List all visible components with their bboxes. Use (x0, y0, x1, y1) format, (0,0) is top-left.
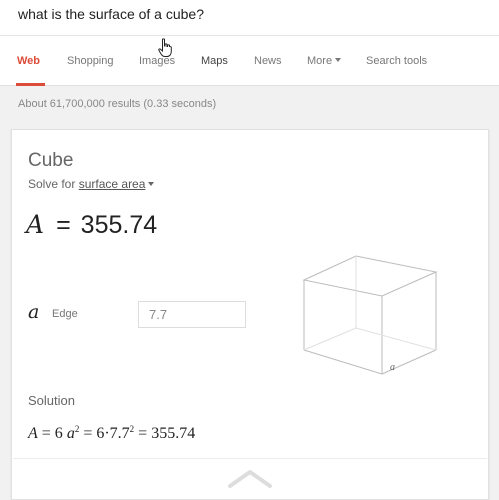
cube-edge-label: a (390, 362, 395, 373)
solution-formula: A = 6 a2 = 6·7.72 = 355.74 (28, 424, 195, 443)
cube-hidden-edge-left (303, 327, 357, 351)
edge-field[interactable] (138, 301, 246, 328)
card-title: Cube (28, 150, 74, 171)
tab-web[interactable]: Web (17, 55, 40, 67)
chevron-up-icon[interactable] (227, 467, 273, 489)
formula-lhs: A (28, 425, 38, 442)
search-tabs: Web Shopping Images Maps News More Searc… (0, 36, 499, 86)
edge-label: Edge (52, 308, 78, 320)
tab-shopping[interactable]: Shopping (67, 55, 114, 67)
caret-down-icon[interactable] (148, 181, 155, 186)
results-count: About 61,700,000 results (0.33 seconds) (18, 98, 217, 110)
hand-cursor-icon (158, 38, 172, 57)
formula-variable: a (66, 425, 75, 442)
active-tab-indicator (16, 83, 45, 86)
solve-for: Solve for surface area (28, 177, 155, 191)
search-input[interactable] (18, 3, 488, 25)
solve-for-prefix: Solve for (28, 177, 76, 191)
result-value: 355.74 (80, 211, 158, 239)
cube-hidden-edge-right (355, 327, 437, 351)
formula-part-1: = 6 (37, 425, 67, 442)
caret-down-icon (335, 58, 342, 63)
tab-search-tools[interactable]: Search tools (366, 55, 427, 67)
search-bar (0, 0, 499, 36)
result-row: A = 355.74 (26, 210, 157, 244)
result-equals: = (56, 211, 71, 239)
tab-news[interactable]: News (254, 55, 282, 67)
result-variable: A (26, 210, 45, 239)
cube-diagram: a (302, 255, 438, 375)
cube-edge-bottom-front (303, 349, 383, 375)
tab-more-label: More (307, 55, 333, 67)
solution-label: Solution (28, 393, 75, 408)
solve-for-value: surface area (78, 177, 146, 191)
tab-more[interactable]: More (307, 55, 342, 67)
cube-top-face (302, 255, 438, 297)
tab-maps[interactable]: Maps (201, 55, 228, 67)
cube-calculator-card: Cube Solve for surface area A = 355.74 a E… (11, 129, 489, 500)
card-divider (13, 458, 487, 459)
formula-part-3: = 355.74 (134, 425, 196, 442)
formula-part-2: = 6·7.7 (79, 425, 130, 442)
solve-for-dropdown[interactable]: surface area (79, 177, 146, 191)
edge-input-row: a Edge (28, 301, 258, 329)
edge-variable: a (28, 301, 40, 323)
